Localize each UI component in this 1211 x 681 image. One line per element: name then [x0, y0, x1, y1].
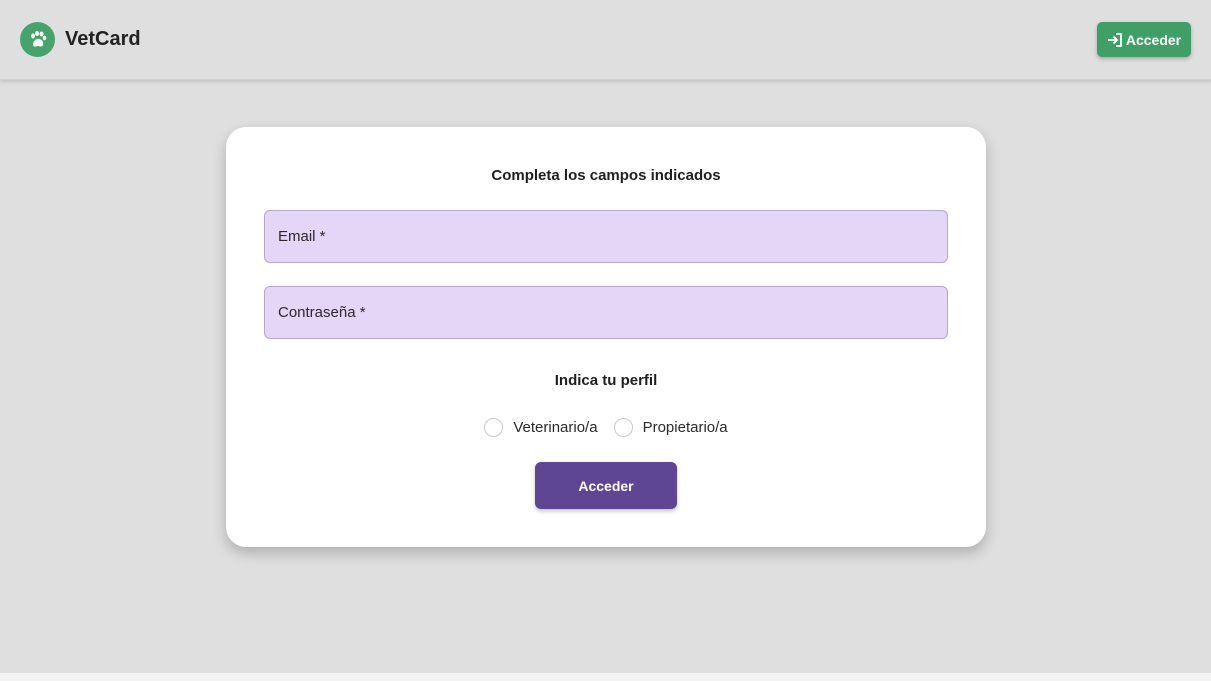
password-field[interactable]: Contraseña * — [264, 286, 948, 339]
brand-name: VetCard — [65, 28, 141, 50]
radio-button-veterinario[interactable] — [484, 417, 504, 437]
radio-label-veterinario: Veterinario/a — [513, 418, 598, 436]
paw-icon — [20, 22, 55, 57]
radio-button-propietario[interactable] — [613, 417, 633, 437]
bottom-strip — [0, 673, 1211, 681]
header-login-label: Acceder — [1125, 31, 1182, 48]
radio-veterinario[interactable]: Veterinario/a — [484, 417, 598, 437]
submit-login-button[interactable]: Acceder — [535, 462, 677, 509]
profile-radio-group: Veterinario/a Propietario/a — [226, 415, 986, 439]
login-card: Completa los campos indicados Email * Co… — [226, 127, 986, 547]
profile-title: Indica tu perfil — [554, 372, 658, 389]
radio-label-propietario: Propietario/a — [642, 418, 728, 436]
app-root: VetCard Acceder Completa los campos indi… — [0, 0, 1211, 681]
email-field[interactable]: Email * — [264, 210, 948, 263]
header-login-button[interactable]: Acceder — [1097, 22, 1191, 57]
radio-propietario[interactable]: Propietario/a — [613, 417, 728, 437]
form-title: Completa los campos indicados — [491, 167, 721, 184]
top-navbar: VetCard Acceder — [0, 0, 1211, 80]
brand[interactable]: VetCard — [20, 22, 141, 57]
login-arrow-icon — [1107, 32, 1124, 48]
